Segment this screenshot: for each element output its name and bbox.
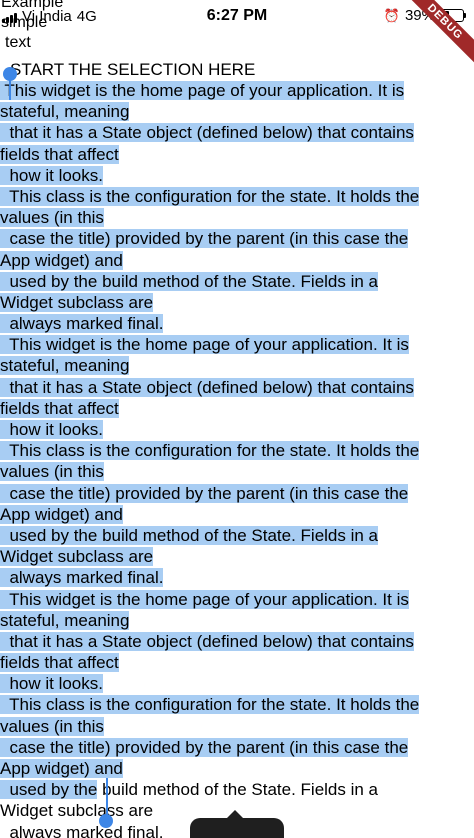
text-line: stateful, meaning <box>0 610 474 631</box>
selected-text: This class is the configuration for the … <box>0 186 420 206</box>
selected-text: stateful, meaning <box>0 610 130 630</box>
selected-text: that it has a State object (defined belo… <box>0 631 414 651</box>
text-line: fields that affect <box>0 398 474 419</box>
text-line: stateful, meaning <box>0 355 474 376</box>
selected-text: stateful, meaning <box>0 102 130 122</box>
text-line: Widget subclass are <box>0 546 474 567</box>
text-line: always marked final. <box>0 313 474 334</box>
selected-text: always marked final. <box>0 314 164 334</box>
selected-text: App widget) and <box>0 250 123 270</box>
selected-text: This class is the configuration for the … <box>0 695 420 715</box>
selected-text: values (in this <box>0 462 104 482</box>
selected-text: values (in this <box>0 716 104 736</box>
status-bar: Vi India 4G 6:27 PM ⏰ 39% <box>0 0 474 30</box>
selected-text: how it looks. <box>0 674 103 694</box>
text-line: This widget is the home page of your app… <box>0 589 474 610</box>
selected-text: case the title) provided by the parent (… <box>0 229 409 249</box>
text-line: values (in this <box>0 716 474 737</box>
text-line: case the title) provided by the parent (… <box>0 737 474 758</box>
text-line: how it looks. <box>0 673 474 694</box>
selected-text: This widget is the home page of your app… <box>0 81 405 100</box>
selected-text: App widget) and <box>0 759 123 778</box>
selected-text: values (in this <box>0 208 104 228</box>
selected-text: Widget subclass are <box>0 547 154 567</box>
alarm-icon: ⏰ <box>383 7 400 23</box>
text-line: This widget is the home page of your app… <box>0 80 474 101</box>
text-line: that it has a State object (defined belo… <box>0 122 474 143</box>
text-line: used by the build method of the State. F… <box>0 525 474 546</box>
header-line-example: Example <box>1 0 64 11</box>
text-line: App widget) and <box>0 250 474 271</box>
selected-text: always marked final. <box>0 568 164 588</box>
selection-end-handle[interactable] <box>99 814 113 828</box>
unselected-text: build method of the State. Fields in a <box>97 780 379 800</box>
selected-text: stateful, meaning <box>0 356 130 376</box>
text-line: how it looks. <box>0 165 474 186</box>
selected-text: fields that affect <box>0 653 119 673</box>
text-line: always marked final. <box>0 567 474 588</box>
text-line: how it looks. <box>0 419 474 440</box>
text-line: used by the build method of the State. F… <box>0 271 474 292</box>
selected-text: Widget subclass are <box>0 292 154 312</box>
selected-text: how it looks. <box>0 165 103 185</box>
text-line: fields that affect <box>0 652 474 673</box>
header-line-simple: simple <box>1 14 48 31</box>
text-line: This class is the configuration for the … <box>0 440 474 461</box>
selected-text: that it has a State object (defined belo… <box>0 123 414 143</box>
text-line: that it has a State object (defined belo… <box>0 377 474 398</box>
selected-text: case the title) provided by the parent (… <box>0 737 409 757</box>
selected-text: that it has a State object (defined belo… <box>0 377 414 397</box>
text-line: App widget) and <box>0 504 474 525</box>
selection-toolbar[interactable] <box>190 818 284 838</box>
selected-text: used by the build method of the State. F… <box>0 525 379 545</box>
selected-text: This widget is the home page of your app… <box>0 335 409 355</box>
selected-text: App widget) and <box>0 504 123 524</box>
text-line: case the title) provided by the parent (… <box>0 483 474 504</box>
text-line: that it has a State object (defined belo… <box>0 631 474 652</box>
header-line-text: text <box>5 34 31 51</box>
selected-text: This class is the configuration for the … <box>0 441 420 461</box>
text-line: This widget is the home page of your app… <box>0 334 474 355</box>
text-line: case the title) provided by the parent (… <box>0 228 474 249</box>
selected-text: fields that affect <box>0 398 119 418</box>
selected-text: how it looks. <box>0 420 103 439</box>
text-line: This class is the configuration for the … <box>0 186 474 207</box>
text-line: stateful, meaning <box>0 101 474 122</box>
selection-start-handle[interactable] <box>3 67 17 81</box>
selection-start-stem[interactable] <box>9 78 11 100</box>
text-line: This class is the configuration for the … <box>0 694 474 715</box>
text-line: Widget subclass are <box>0 292 474 313</box>
selected-text: case the title) provided by the parent (… <box>0 483 409 503</box>
text-line: values (in this <box>0 461 474 482</box>
text-line: fields that affect <box>0 144 474 165</box>
start-selection-label: START THE SELECTION HERE <box>10 60 256 79</box>
selected-text: This widget is the home page of your app… <box>0 589 409 609</box>
selected-text: used by the build method of the State. F… <box>0 271 379 291</box>
text-line: App widget) and <box>0 758 474 779</box>
text-line: used by the build method of the State. F… <box>0 779 474 800</box>
selectable-text[interactable]: This widget is the home page of your app… <box>0 80 474 838</box>
selected-text: fields that affect <box>0 144 119 164</box>
header-text: Example simple text <box>1 0 63 54</box>
text-line: values (in this <box>0 207 474 228</box>
selected-text: used by the <box>0 780 98 800</box>
